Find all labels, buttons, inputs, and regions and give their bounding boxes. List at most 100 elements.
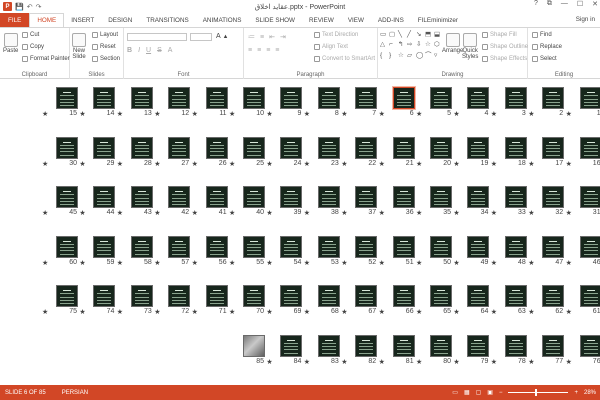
slide-thumbnail[interactable]: ★ 33 <box>489 186 527 222</box>
slide-preview[interactable] <box>430 235 452 258</box>
transition-star-icon[interactable]: ★ <box>229 308 235 316</box>
transition-star-icon[interactable]: ★ <box>416 160 422 168</box>
slide-preview[interactable] <box>168 285 191 307</box>
transition-star-icon[interactable]: ★ <box>79 160 85 168</box>
slide-thumbnail[interactable]: ★ 55 <box>227 235 265 272</box>
slide-preview[interactable] <box>130 285 153 307</box>
transition-star-icon[interactable]: ★ <box>491 259 497 267</box>
slide-thumbnail[interactable]: ★ 34 <box>451 186 490 222</box>
slide-thumbnail[interactable]: ★ 9 <box>264 87 303 123</box>
transition-star-icon[interactable]: ★ <box>491 110 497 118</box>
transition-star-icon[interactable]: ★ <box>379 358 385 366</box>
select-button[interactable]: Select <box>532 56 557 62</box>
slide-preview[interactable] <box>205 87 228 109</box>
tab-design[interactable]: DESIGN <box>101 13 139 27</box>
slide-thumbnail[interactable]: ★ 10 <box>227 87 265 123</box>
tab-insert[interactable]: INSERT <box>64 13 101 27</box>
slide-thumbnail[interactable]: ★ 1 <box>564 87 600 123</box>
transition-star-icon[interactable]: ★ <box>341 358 347 366</box>
slide-preview[interactable] <box>392 136 415 159</box>
slide-thumbnail[interactable]: ★ 5 <box>414 87 452 123</box>
slide-thumbnail[interactable]: ★ 83 <box>302 334 340 371</box>
transition-star-icon[interactable]: ★ <box>566 209 572 217</box>
transition-star-icon[interactable]: ★ <box>154 308 160 316</box>
sign-in-link[interactable]: Sign in <box>576 16 595 23</box>
transition-star-icon[interactable]: ★ <box>229 259 235 267</box>
transition-star-icon[interactable]: ★ <box>266 110 272 118</box>
slide-preview[interactable] <box>280 186 303 208</box>
slide-preview[interactable] <box>391 86 416 110</box>
slide-thumbnail[interactable]: ★ 49 <box>451 235 490 272</box>
slide-preview[interactable] <box>467 87 490 109</box>
slide-preview[interactable] <box>579 136 600 159</box>
slide-thumbnail[interactable]: ★ 36 <box>377 186 415 222</box>
tab-review[interactable]: REVIEW <box>302 13 341 27</box>
slide-thumbnail[interactable]: ★ 64 <box>451 285 490 321</box>
justify-icon[interactable]: ≡ <box>275 47 279 54</box>
maximize-icon[interactable]: ☐ <box>577 0 583 8</box>
slide-preview[interactable] <box>56 87 78 109</box>
transition-star-icon[interactable]: ★ <box>266 259 272 267</box>
slide-thumbnail[interactable]: ★ 39 <box>264 186 303 222</box>
transition-star-icon[interactable]: ★ <box>491 209 497 217</box>
save-icon[interactable]: 💾 <box>15 3 24 11</box>
slide-preview[interactable] <box>542 285 565 307</box>
transition-star-icon[interactable]: ★ <box>117 259 123 267</box>
slide-preview[interactable] <box>243 87 265 109</box>
redo-icon[interactable]: ↷ <box>36 3 42 11</box>
ribbon-display-icon[interactable]: ⧉ <box>547 0 552 8</box>
transition-star-icon[interactable]: ★ <box>528 308 534 316</box>
slide-preview[interactable] <box>467 235 490 258</box>
slide-preview[interactable] <box>467 285 490 307</box>
slide-preview[interactable] <box>205 186 228 208</box>
slide-thumbnail[interactable]: ★ 65 <box>414 285 452 321</box>
paste-button[interactable]: Paste <box>3 33 18 54</box>
slide-thumbnail[interactable]: ★ 27 <box>152 136 191 173</box>
increase-indent-icon[interactable]: ⇥ <box>280 33 286 41</box>
slide-thumbnail[interactable]: ★ 7 <box>339 87 378 123</box>
transition-star-icon[interactable]: ★ <box>154 209 160 217</box>
transition-star-icon[interactable]: ★ <box>304 110 310 118</box>
slide-preview[interactable] <box>243 136 265 159</box>
transition-star-icon[interactable]: ★ <box>491 160 497 168</box>
transition-star-icon[interactable]: ★ <box>42 308 48 316</box>
slide-thumbnail[interactable]: ★ 59 <box>77 235 116 272</box>
powerpoint-app-icon[interactable]: P <box>3 2 12 11</box>
slide-thumbnail[interactable]: ★ 21 <box>377 136 415 173</box>
slide-thumbnail[interactable]: ★ 81 <box>377 334 415 371</box>
tab-slide-show[interactable]: SLIDE SHOW <box>248 13 302 27</box>
slide-preview[interactable] <box>317 285 340 307</box>
transition-star-icon[interactable]: ★ <box>229 209 235 217</box>
slide-thumbnail[interactable]: ★ 51 <box>377 235 415 272</box>
zoom-slider-thumb[interactable] <box>535 389 538 396</box>
transition-star-icon[interactable]: ★ <box>379 259 385 267</box>
slide-preview[interactable] <box>56 186 78 208</box>
transition-star-icon[interactable]: ★ <box>266 160 272 168</box>
shapes-gallery[interactable]: ▭ ▢ ╲ ╱ ↘ ⬒ ⬓ △ ⌐ ↰ ⇨ ⇩ ☆ ⬡ {} ☆ ▱ ◯ ⌒ ▿ <box>380 31 442 61</box>
font-name-combo[interactable] <box>127 33 187 41</box>
slide-preview[interactable] <box>542 235 565 258</box>
align-center-icon[interactable]: ≡ <box>257 47 261 54</box>
tab-home[interactable]: HOME <box>29 13 65 27</box>
transition-star-icon[interactable]: ★ <box>192 160 198 168</box>
slide-thumbnail[interactable]: ★ 41 <box>190 186 228 222</box>
slide-thumbnail[interactable]: ★ 67 <box>339 285 378 321</box>
transition-star-icon[interactable]: ★ <box>192 308 198 316</box>
transition-star-icon[interactable]: ★ <box>79 308 85 316</box>
slide-thumbnail[interactable]: ★ 76 <box>564 334 600 371</box>
slide-preview[interactable] <box>317 87 340 109</box>
slide-preview[interactable] <box>355 186 378 208</box>
transition-star-icon[interactable]: ★ <box>379 308 385 316</box>
slide-thumbnail[interactable]: ★ 66 <box>377 285 415 321</box>
zoom-out-icon[interactable]: − <box>499 390 503 396</box>
slide-preview[interactable] <box>280 136 303 159</box>
slide-thumbnail[interactable]: ★ 77 <box>526 334 565 371</box>
transition-star-icon[interactable]: ★ <box>416 259 422 267</box>
tab-animations[interactable]: ANIMATIONS <box>196 13 249 27</box>
slide-preview[interactable] <box>355 87 378 109</box>
transition-star-icon[interactable]: ★ <box>266 358 272 366</box>
slide-thumbnail[interactable]: ★ 3 <box>489 87 527 123</box>
slide-preview[interactable] <box>392 285 415 307</box>
slide-preview[interactable] <box>205 136 228 159</box>
transition-star-icon[interactable]: ★ <box>341 160 347 168</box>
